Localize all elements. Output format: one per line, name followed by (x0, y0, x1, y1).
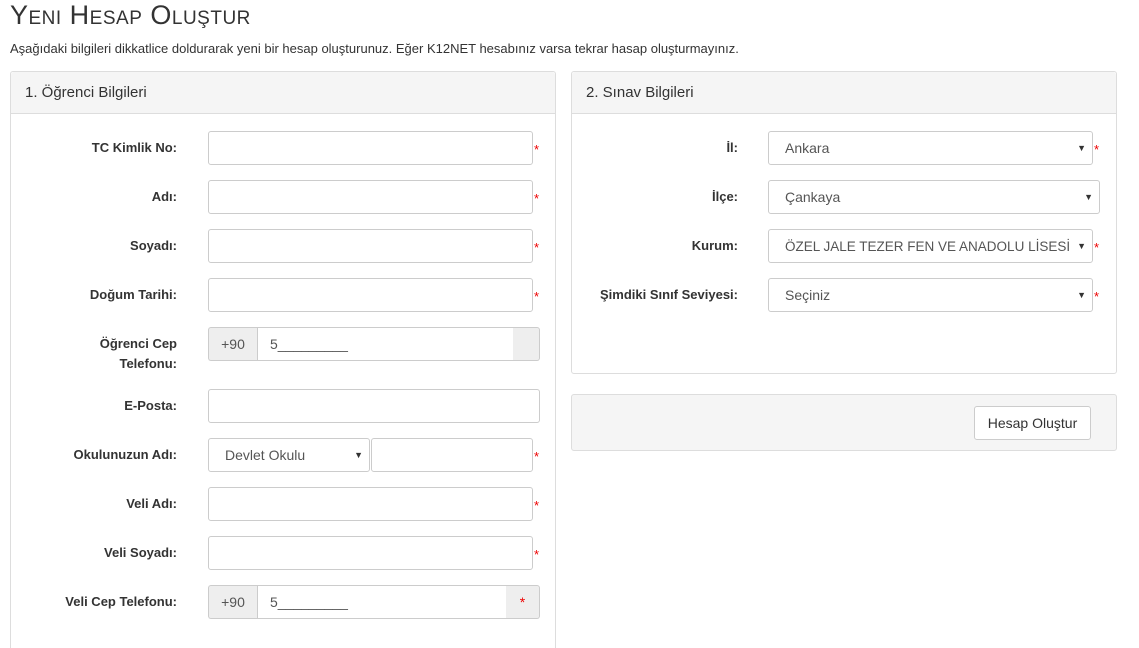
parent-phone-required-addon: * (506, 585, 540, 619)
chevron-down-icon: ▼ (1077, 241, 1086, 251)
parent-phone-label: Veli Cep Telefonu: (65, 594, 177, 609)
institution-value: ÖZEL JALE TEZER FEN VE ANADOLU LİSESİ (785, 238, 1071, 254)
tc-required-mark: * (534, 142, 540, 157)
grade-select[interactable]: Seçiniz ▼ (768, 278, 1093, 312)
parent-name-label: Veli Adı: (126, 496, 177, 511)
district-select[interactable]: Çankaya ▼ (768, 180, 1100, 214)
grade-value: Seçiniz (785, 287, 831, 303)
district-value: Çankaya (785, 189, 841, 205)
create-account-button[interactable]: Hesap Oluştur (974, 406, 1091, 440)
province-label: İl: (726, 140, 738, 155)
parent-surname-label: Veli Soyadı: (104, 545, 177, 560)
surname-required-mark: * (534, 240, 540, 255)
student-phone-label-line2: Telefonu: (119, 356, 177, 371)
grade-required-mark: * (1094, 289, 1100, 304)
district-label: İlçe: (711, 189, 738, 204)
parent-name-required-mark: * (534, 498, 540, 513)
school-type-value: Devlet Okulu (225, 447, 306, 463)
institution-label: Kurum: (691, 238, 738, 253)
institution-select[interactable]: ÖZEL JALE TEZER FEN VE ANADOLU LİSESİ ▼ (768, 229, 1093, 263)
tc-label: TC Kimlik No: (91, 140, 177, 155)
parent-surname-required-mark: * (534, 547, 540, 562)
chevron-down-icon: ▼ (354, 450, 363, 460)
chevron-down-icon: ▼ (1084, 192, 1093, 202)
school-required-mark: * (534, 449, 540, 464)
province-select[interactable]: Ankara ▼ (768, 131, 1093, 165)
name-input[interactable] (208, 180, 533, 214)
page-title: Yeni Hesap Oluştur (10, 0, 251, 30)
email-input[interactable] (208, 389, 540, 423)
parent-surname-input[interactable] (208, 536, 533, 570)
birth-date-input[interactable] (208, 278, 533, 312)
tc-input[interactable] (208, 131, 533, 165)
grade-label: Şimdiki Sınıf Seviyesi: (600, 287, 738, 302)
birth-date-required-mark: * (534, 289, 540, 304)
parent-phone-prefix: +90 (208, 585, 257, 619)
page-description: Aşağıdaki bilgileri dikkatlice doldurara… (10, 41, 739, 56)
school-name-input[interactable] (371, 438, 533, 472)
province-required-mark: * (1094, 142, 1100, 157)
chevron-down-icon: ▼ (1077, 143, 1086, 153)
submit-panel: Hesap Oluştur (571, 394, 1117, 451)
surname-input[interactable] (208, 229, 533, 263)
student-panel-heading: 1. Öğrenci Bilgileri (11, 72, 555, 114)
surname-label: Soyadı: (130, 238, 177, 253)
parent-name-input[interactable] (208, 487, 533, 521)
exam-panel-heading: 2. Sınav Bilgileri (572, 72, 1116, 114)
province-value: Ankara (785, 140, 830, 156)
student-phone-input[interactable]: 5_________ (257, 327, 514, 361)
student-phone-suffix-addon (513, 327, 540, 361)
institution-required-mark: * (1094, 240, 1100, 255)
email-label: E-Posta: (124, 398, 177, 413)
student-info-panel: 1. Öğrenci Bilgileri TC Kimlik No: * Adı… (10, 71, 556, 648)
name-required-mark: * (534, 191, 540, 206)
chevron-down-icon: ▼ (1077, 290, 1086, 300)
birth-date-label: Doğum Tarihi: (89, 287, 177, 302)
school-label: Okulunuzun Adı: (73, 447, 178, 462)
student-phone-prefix: +90 (208, 327, 257, 361)
student-phone-label-line1: Öğrenci Cep (99, 336, 177, 351)
parent-phone-input[interactable]: 5_________ (257, 585, 507, 619)
exam-info-panel: 2. Sınav Bilgileri İl: Ankara ▼ * İlçe: … (571, 71, 1117, 374)
name-label: Adı: (151, 189, 177, 204)
school-type-select[interactable]: Devlet Okulu ▼ (208, 438, 370, 472)
